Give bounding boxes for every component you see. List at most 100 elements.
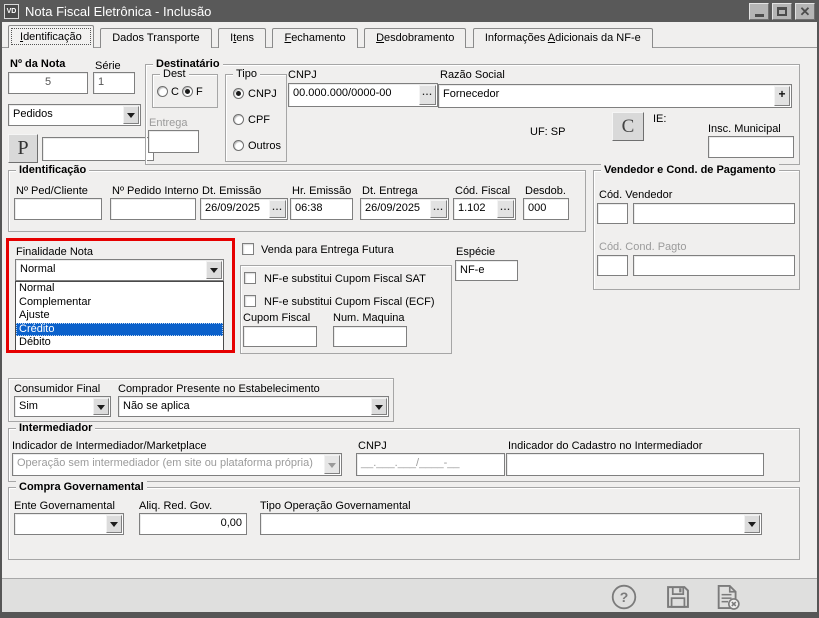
cod-fiscal-browse-icon[interactable]: ... [497,200,514,218]
aliq-red-gov-field[interactable]: 0,00 [139,513,247,535]
maximize-button[interactable] [772,3,792,20]
finalidade-option-debito[interactable]: Débito [16,336,223,350]
num-maquina-field[interactable] [333,326,407,347]
p-button[interactable]: P [8,134,38,163]
cond-pagto-code-field[interactable] [597,255,628,276]
finalidade-dropdown-list: Normal Complementar Ajuste Crédito Débit… [15,281,224,351]
indicador-intermediador-value: Operação sem intermediador (em site ou p… [17,457,313,469]
tab-strip: Identificação Dados Transporte Itens Fec… [2,25,817,48]
serie-field[interactable]: 1 [93,72,135,94]
cod-vendedor-code-field[interactable] [597,203,628,224]
finalidade-combobox[interactable]: Normal [15,259,224,281]
dt-entrega-value: 26/09/2025 [365,202,420,214]
tab-identificacao[interactable]: Identificação [8,25,94,48]
venda-entrega-futura-checkbox[interactable] [242,243,254,255]
razao-social-add-icon[interactable]: + [774,86,790,106]
dt-emissao-field[interactable]: 26/09/2025 ... [200,198,288,220]
indicador-intermediador-label: Indicador de Intermediador/Marketplace [12,440,206,452]
indicador-intermediador-combobox[interactable]: Operação sem intermediador (em site ou p… [12,453,342,476]
cancel-document-button[interactable] [714,583,742,611]
tipo-radio-outros-label: Outros [248,140,281,152]
desdob-field[interactable]: 000 [523,198,569,220]
dest-radio-f-label: F [196,86,203,98]
ente-governamental-arrow-icon[interactable] [106,515,122,533]
pedidos-dropdown-arrow-icon[interactable] [123,106,139,124]
hr-emissao-label: Hr. Emissão [292,185,351,197]
tipo-radio-outros[interactable] [233,140,244,151]
save-button[interactable] [664,583,692,611]
aliq-red-gov-label: Aliq. Red. Gov. [139,500,212,512]
finalidade-option-credito[interactable]: Crédito [16,323,223,337]
numero-nota-field[interactable]: 5 [8,72,88,94]
maximize-icon [777,7,787,16]
entrega-field[interactable] [148,130,199,153]
minimize-icon [755,14,764,17]
dest-radio-c[interactable] [157,86,168,97]
tipo-legend: Tipo [233,68,260,80]
sat-checkbox[interactable] [244,272,256,284]
consumidor-final-combobox[interactable]: Sim [14,396,111,417]
comprador-presente-combobox[interactable]: Não se aplica [118,396,389,417]
dest-radio-f[interactable] [182,86,193,97]
tab-itens[interactable]: Itens [218,28,266,48]
comprador-presente-value: Não se aplica [123,400,190,412]
tipo-operacao-label: Tipo Operação Governamental [260,500,411,512]
consumidor-final-value: Sim [19,400,38,412]
tipo-radio-cnpj[interactable] [233,88,244,99]
finalidade-option-complementar[interactable]: Complementar [16,296,223,310]
dt-entrega-calendar-icon[interactable]: ... [430,200,447,218]
tipo-operacao-combobox[interactable] [260,513,762,535]
desdob-label: Desdob. [525,185,566,197]
dt-entrega-field[interactable]: 26/09/2025 ... [360,198,449,220]
save-icon [664,583,692,611]
cnpj-label: CNPJ [288,69,317,81]
consumidor-final-arrow-icon[interactable] [93,398,109,415]
indicador-intermediador-arrow-icon [324,455,340,474]
intermediador-cnpj-field[interactable]: __.___.___/____-__ [356,453,505,476]
finalidade-dropdown-arrow-icon[interactable] [206,261,222,279]
cnpj-field[interactable]: 00.000.000/0000-00 ... [288,83,438,107]
cod-fiscal-field[interactable]: 1.102 ... [453,198,516,220]
finalidade-option-normal[interactable]: Normal [16,282,223,296]
help-icon: ? [610,583,638,611]
razao-social-label: Razão Social [440,69,505,81]
especie-field[interactable]: NF-e [455,260,518,281]
svg-text:?: ? [620,589,629,605]
insc-municipal-field[interactable] [708,136,794,158]
tab-desdobramento[interactable]: Desdobramento [364,28,466,48]
help-button[interactable]: ? [610,583,638,611]
razao-social-field[interactable]: Fornecedor + [438,84,792,108]
finalidade-option-ajuste[interactable]: Ajuste [16,309,223,323]
tipo-operacao-arrow-icon[interactable] [744,515,760,533]
venda-entrega-futura-label: Venda para Entrega Futura [261,244,394,256]
pedidos-combobox[interactable]: Pedidos [8,104,141,126]
cond-pagto-name-field[interactable] [633,255,795,276]
indicador-cadastro-field[interactable] [506,453,764,476]
comprador-presente-arrow-icon[interactable] [371,398,387,415]
pedido-interno-field[interactable] [110,198,196,220]
p-search-field[interactable] [42,137,154,161]
cond-pagto-label: Cód. Cond. Pagto [599,241,686,253]
c-button[interactable]: C [612,112,644,141]
hr-emissao-field[interactable]: 06:38 [290,198,353,220]
pedido-interno-label: Nº Pedido Interno [112,185,199,197]
tab-fechamento[interactable]: Fechamento [272,28,357,48]
ped-cliente-field[interactable] [14,198,102,220]
tipo-radio-cnpj-label: CNPJ [248,88,277,100]
dt-emissao-calendar-icon[interactable]: ... [269,200,286,218]
minimize-button[interactable] [749,3,769,20]
dialog-window: VD Nota Fiscal Eletrônica - Inclusão ✕ I… [0,0,819,618]
close-button[interactable]: ✕ [795,3,815,20]
cod-vendedor-name-field[interactable] [633,203,795,224]
tab-informacoes-adicionais[interactable]: Informações Adicionais da NF-e [473,28,653,48]
footer-bar: ? [2,578,817,612]
dest-legend: Dest [160,68,189,80]
ente-governamental-combobox[interactable] [14,513,124,535]
cupom-fiscal-field[interactable] [243,326,317,347]
dt-entrega-label: Dt. Entrega [362,185,418,197]
tab-dados-transporte[interactable]: Dados Transporte [100,28,211,48]
cnpj-browse-icon[interactable]: ... [419,85,436,105]
tipo-radio-cpf[interactable] [233,114,244,125]
ecf-checkbox[interactable] [244,295,256,307]
uf-text: UF: SP [530,126,565,138]
